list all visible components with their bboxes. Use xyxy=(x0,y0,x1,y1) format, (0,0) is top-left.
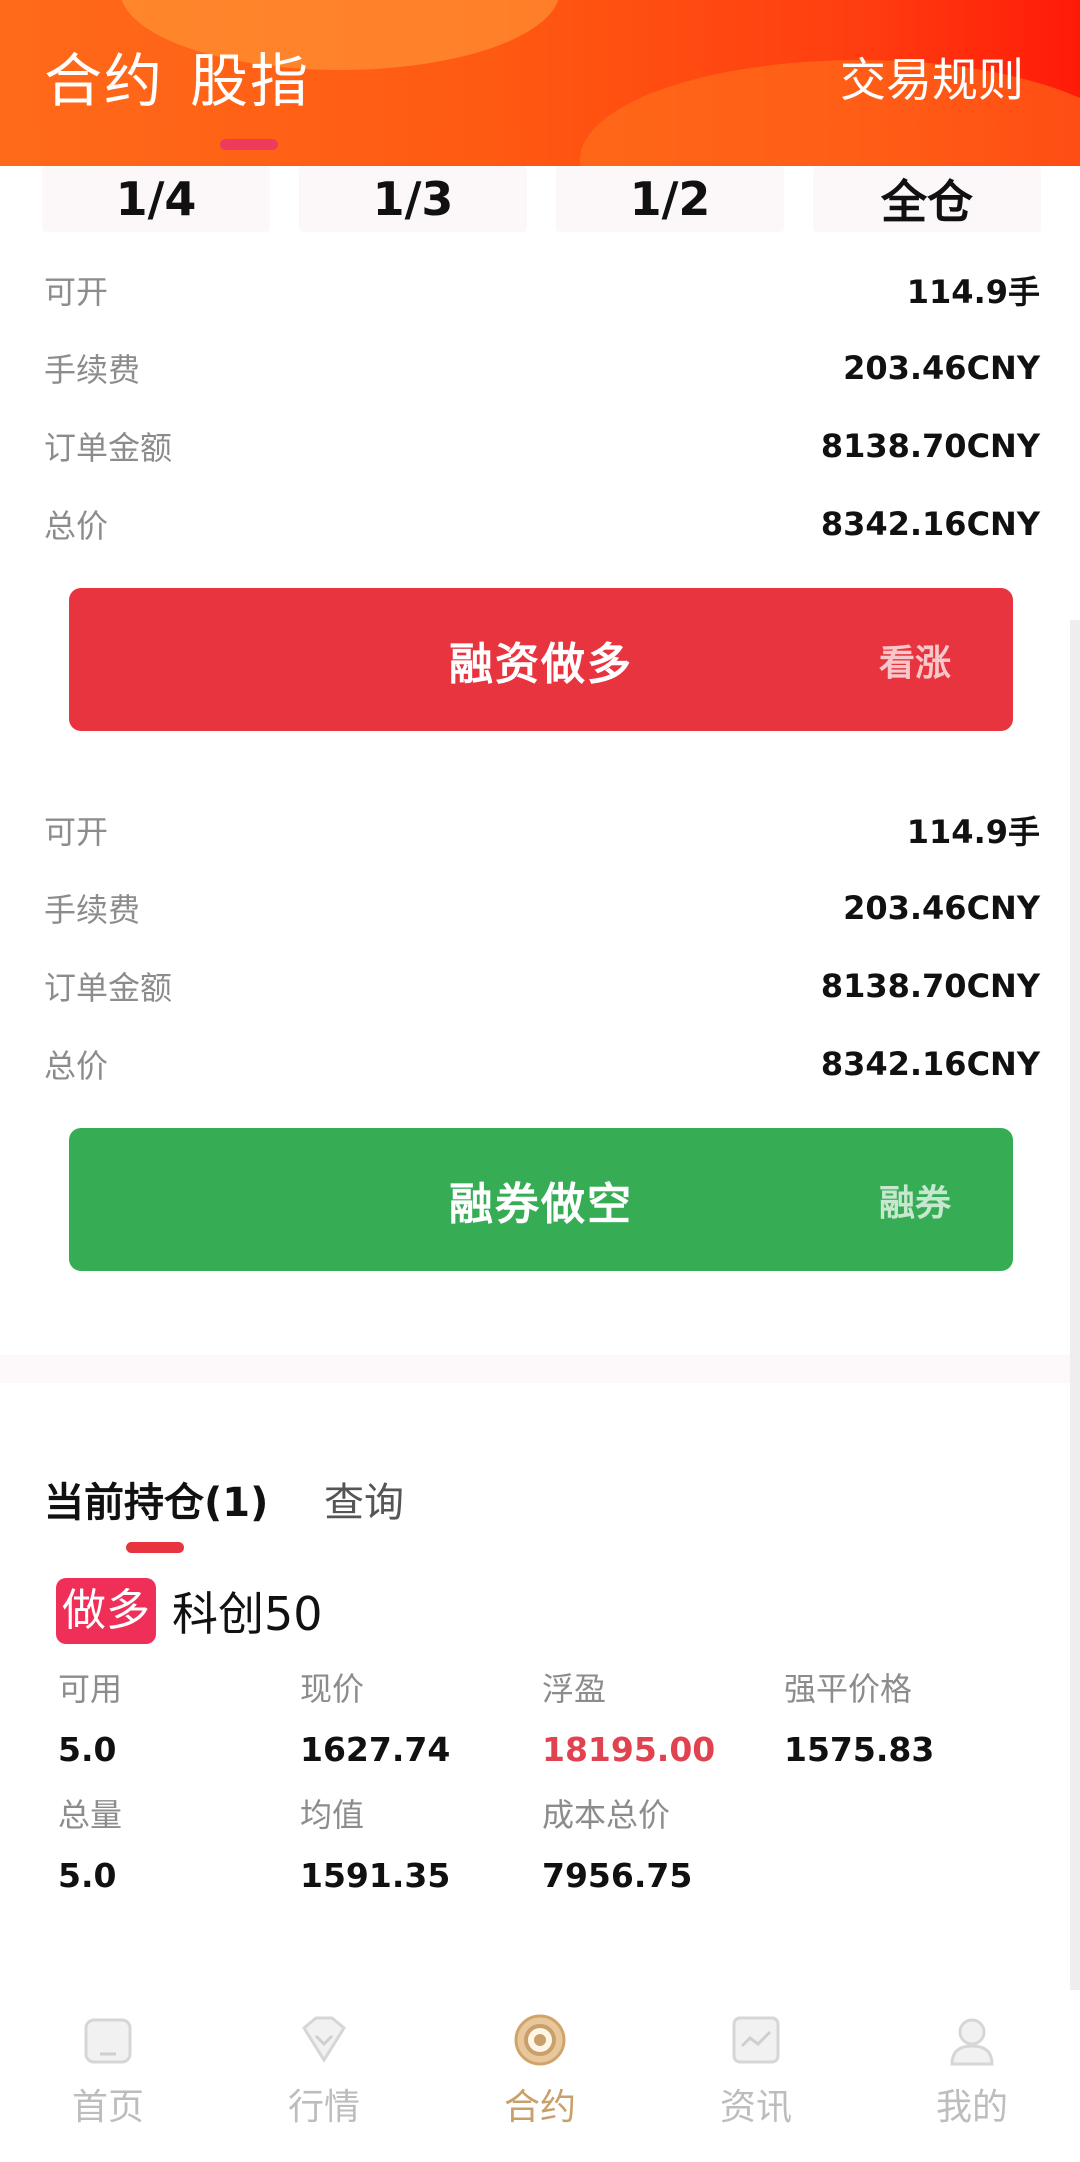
button-label: 融券做空 xyxy=(449,1178,633,1230)
button-sublabel: 看涨 xyxy=(878,642,951,684)
nav-home[interactable]: 首页 xyxy=(0,2010,216,2150)
active-tab-indicator xyxy=(220,139,278,150)
ratio-half-button[interactable]: 1/2 xyxy=(556,166,784,232)
info-row-fee: 手续费 203.46CNY xyxy=(44,338,1040,398)
securities-short-button[interactable]: 融券做空 融券 xyxy=(69,1128,1013,1271)
info-row-available: 可开 114.9手 xyxy=(44,800,1040,860)
field-label: 可用 xyxy=(58,1670,123,1708)
position-field: 可用 5.0 xyxy=(58,1664,298,1769)
tab-query[interactable]: 查询 xyxy=(324,1470,404,1528)
info-label: 可开 xyxy=(44,273,109,311)
position-field: 现价 1627.74 xyxy=(300,1664,540,1769)
info-label: 手续费 xyxy=(44,351,141,389)
field-label: 均值 xyxy=(300,1796,365,1834)
info-row-fee: 手续费 203.46CNY xyxy=(44,878,1040,938)
nav-label: 资讯 xyxy=(719,2087,792,2128)
tab-contract[interactable]: 合约 xyxy=(44,34,164,118)
info-value: 8342.16CNY xyxy=(820,505,1040,543)
field-label: 现价 xyxy=(300,1670,365,1708)
ratio-full-button[interactable]: 全仓 xyxy=(813,166,1041,232)
info-row-order-amount: 订单金额 8138.70CNY xyxy=(44,416,1040,476)
ratio-quarter-button[interactable]: 1/4 xyxy=(42,166,270,232)
nav-profile[interactable]: 我的 xyxy=(864,2010,1080,2150)
margin-buy-long-button[interactable]: 融资做多 看涨 xyxy=(69,588,1013,731)
nav-label: 合约 xyxy=(503,2087,576,2128)
info-value: 203.46CNY xyxy=(843,349,1040,387)
header-decor xyxy=(120,0,560,70)
news-chart-icon xyxy=(732,2016,780,2064)
info-label: 总价 xyxy=(44,507,109,545)
position-name: 科创50 xyxy=(172,1587,323,1641)
ratio-third-button[interactable]: 1/3 xyxy=(299,166,527,232)
info-label: 总价 xyxy=(44,1047,109,1085)
info-row-available: 可开 114.9手 xyxy=(44,260,1040,320)
info-label: 可开 xyxy=(44,813,109,851)
field-value: 5.0 xyxy=(58,1730,117,1769)
position-field: 成本总价 7956.75 xyxy=(542,1790,782,1895)
info-label: 订单金额 xyxy=(44,429,173,467)
position-header: 做多 科创50 xyxy=(56,1578,323,1644)
scrollbar[interactable] xyxy=(1070,620,1080,2000)
info-label: 订单金额 xyxy=(44,969,173,1007)
info-value: 114.9手 xyxy=(906,273,1040,311)
info-value: 114.9手 xyxy=(906,813,1040,851)
info-row-order-amount: 订单金额 8138.70CNY xyxy=(44,956,1040,1016)
nav-news[interactable]: 资讯 xyxy=(648,2010,864,2150)
field-value: 1627.74 xyxy=(300,1730,451,1769)
nav-contract[interactable]: 合约 xyxy=(432,2010,648,2150)
nav-label: 行情 xyxy=(287,2087,360,2128)
position-field: 总量 5.0 xyxy=(58,1790,298,1895)
field-label: 强平价格 xyxy=(784,1670,913,1708)
contract-icon xyxy=(514,2014,566,2066)
field-label: 浮盈 xyxy=(542,1670,607,1708)
section-divider xyxy=(0,1355,1080,1383)
diamond-icon xyxy=(302,2016,346,2063)
trading-rules-link[interactable]: 交易规则 xyxy=(840,44,1024,110)
profile-icon xyxy=(950,2018,994,2066)
button-sublabel: 融券 xyxy=(878,1182,951,1224)
direction-badge: 做多 xyxy=(56,1578,156,1644)
info-value: 8138.70CNY xyxy=(820,967,1040,1005)
nav-label: 首页 xyxy=(71,2087,144,2128)
info-row-total: 总价 8342.16CNY xyxy=(44,494,1040,554)
info-value: 203.46CNY xyxy=(843,889,1040,927)
field-value: 5.0 xyxy=(58,1856,117,1895)
field-value: 1575.83 xyxy=(784,1730,935,1769)
info-value: 8342.16CNY xyxy=(820,1045,1040,1083)
field-value: 7956.75 xyxy=(542,1856,693,1895)
tab-index[interactable]: 股指 xyxy=(190,34,310,118)
info-row-total: 总价 8342.16CNY xyxy=(44,1034,1040,1094)
button-label: 融资做多 xyxy=(449,638,633,690)
home-icon xyxy=(84,2018,132,2064)
top-header: 合约 股指 交易规则 xyxy=(0,0,1080,166)
tab-current-positions[interactable]: 当前持仓(1) xyxy=(44,1470,268,1528)
info-value: 8138.70CNY xyxy=(820,427,1040,465)
field-value: 1591.35 xyxy=(300,1856,451,1895)
field-value: 18195.00 xyxy=(542,1730,716,1769)
position-field: 浮盈 18195.00 xyxy=(542,1664,782,1769)
field-label: 总量 xyxy=(58,1796,123,1834)
info-label: 手续费 xyxy=(44,891,141,929)
active-tab-indicator xyxy=(126,1542,184,1553)
field-label: 成本总价 xyxy=(542,1796,671,1834)
nav-market[interactable]: 行情 xyxy=(216,2010,432,2150)
bottom-navigation: 首页 行情 合约 资讯 我的 xyxy=(0,1990,1080,2162)
nav-label: 我的 xyxy=(935,2087,1008,2128)
position-field: 均值 1591.35 xyxy=(300,1790,540,1895)
position-field: 强平价格 1575.83 xyxy=(784,1664,1024,1769)
ratio-selector: 1/4 1/3 1/2 全仓 xyxy=(42,166,1042,234)
